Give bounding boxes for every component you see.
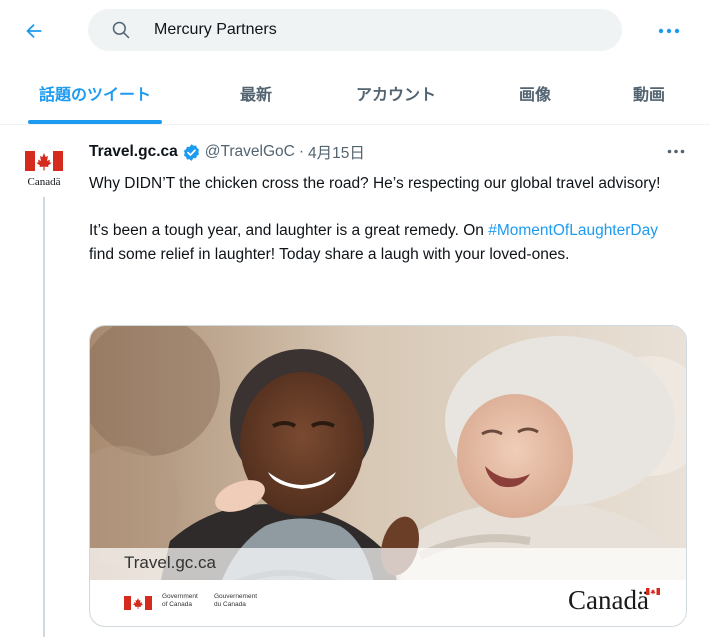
display-name[interactable]: Travel.gc.ca xyxy=(89,143,178,161)
tweet-text-segment: It’s been a tough year, and laughter is … xyxy=(89,222,489,239)
tweet-header: Travel.gc.ca @TravelGoC · 4月15日 xyxy=(89,142,365,162)
gouvernement-du-canada-text: Gouvernement du Canada xyxy=(214,593,257,609)
media-caption-text: Travel.gc.ca xyxy=(124,553,216,572)
search-icon xyxy=(110,19,132,41)
hashtag-link[interactable]: #MomentOfLaughterDay xyxy=(488,222,658,239)
more-horizontal-icon xyxy=(658,28,680,34)
govt-fr-line-1: Gouvernement xyxy=(214,593,257,600)
canada-wordmark: Canadä xyxy=(568,585,649,615)
tweet-text: Why DIDN’T the chicken cross the road? H… xyxy=(89,172,679,267)
tweet-more-button[interactable] xyxy=(664,141,688,161)
tab-videos[interactable]: 動画 xyxy=(604,62,694,124)
user-handle[interactable]: @TravelGoC xyxy=(205,143,295,161)
canada-flag-icon xyxy=(25,151,63,171)
tweet-paragraph-2: It’s been a tough year, and laughter is … xyxy=(89,219,679,267)
avatar-wordmark: Canadä xyxy=(27,176,61,188)
search-tabs: 話題のツイート 最新 アカウント 画像 動画 xyxy=(0,62,710,125)
canada-flag-icon xyxy=(124,596,152,610)
avatar[interactable]: Canadä xyxy=(20,144,68,192)
tweet[interactable]: Canadä Travel.gc.ca @TravelGoC · 4月15日 W… xyxy=(0,125,710,637)
govt-fr-line-2: du Canada xyxy=(214,601,246,608)
tab-accounts[interactable]: アカウント xyxy=(336,62,456,124)
back-button[interactable] xyxy=(16,13,52,49)
media-footer: Government of Canada Gouvernement du Can… xyxy=(90,580,686,626)
active-tab-indicator xyxy=(28,120,162,124)
search-box[interactable] xyxy=(88,9,622,51)
tweet-date[interactable]: 4月15日 xyxy=(308,141,365,163)
verified-badge-icon xyxy=(182,143,201,162)
govt-en-line-1: Government xyxy=(162,593,198,600)
tab-top[interactable]: 話題のツイート xyxy=(16,62,174,124)
more-horizontal-icon xyxy=(667,149,685,154)
tweet-paragraph-1: Why DIDN’T the chicken cross the road? H… xyxy=(89,175,661,192)
separator-dot: · xyxy=(298,143,305,160)
tab-latest[interactable]: 最新 xyxy=(206,62,306,124)
tweet-text-segment: find some relief in laughter! Today shar… xyxy=(89,246,570,263)
govt-en-line-2: of Canada xyxy=(162,601,192,608)
search-input[interactable] xyxy=(154,21,594,39)
tweet-media-image[interactable]: Travel.gc.ca Government of Canada Gouver… xyxy=(89,325,687,627)
government-of-canada-text: Government of Canada xyxy=(162,593,198,609)
top-bar xyxy=(0,0,710,62)
tab-images[interactable]: 画像 xyxy=(490,62,580,124)
wordmark-flag-icon xyxy=(646,588,660,595)
media-caption-bar: Travel.gc.ca xyxy=(90,548,686,580)
back-arrow-icon xyxy=(26,23,42,39)
thread-line xyxy=(43,197,45,637)
more-options-button[interactable] xyxy=(651,13,687,49)
